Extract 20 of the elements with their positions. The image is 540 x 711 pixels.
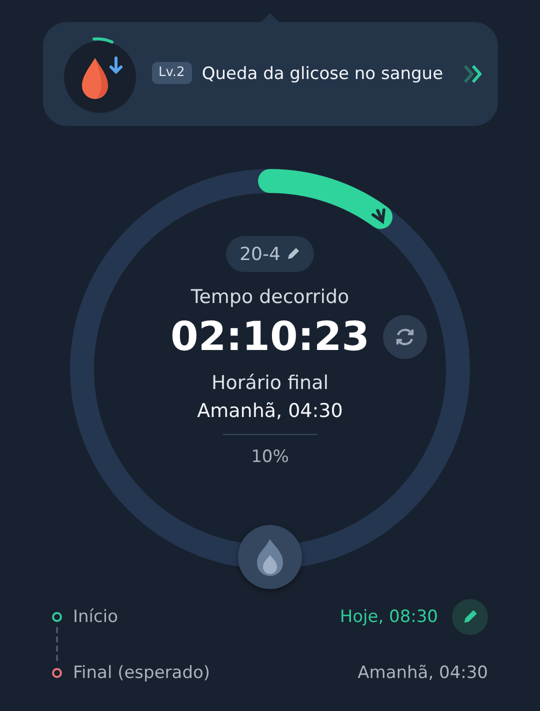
double-chevron-icon[interactable]: [462, 63, 484, 85]
elapsed-label: Tempo decorrido: [190, 286, 350, 308]
timeline-label: Início: [73, 607, 119, 627]
pencil-icon: [286, 247, 300, 261]
card-pointer: [260, 13, 280, 23]
pencil-icon: [462, 609, 478, 625]
progress-percent: 10%: [251, 447, 289, 467]
flame-icon: [255, 537, 285, 577]
timeline-value: Amanhã, 04:30: [358, 663, 488, 683]
elapsed-time: 02:10:23: [170, 314, 370, 360]
timeline-value: Hoje, 08:30: [340, 607, 438, 627]
refresh-icon: [394, 326, 416, 348]
edit-button[interactable]: [452, 599, 488, 635]
timeline-label: Final (esperado): [73, 663, 212, 683]
end-time-label: Horário final: [211, 372, 329, 394]
level-badge: Lv.2: [152, 62, 192, 84]
refresh-button[interactable]: [383, 315, 428, 359]
plan-button[interactable]: 20-4: [226, 236, 314, 272]
notification-text: Lv.2 Queda da glicose no sangue: [152, 57, 448, 91]
end-time-value: Amanhã, 04:30: [197, 400, 343, 422]
